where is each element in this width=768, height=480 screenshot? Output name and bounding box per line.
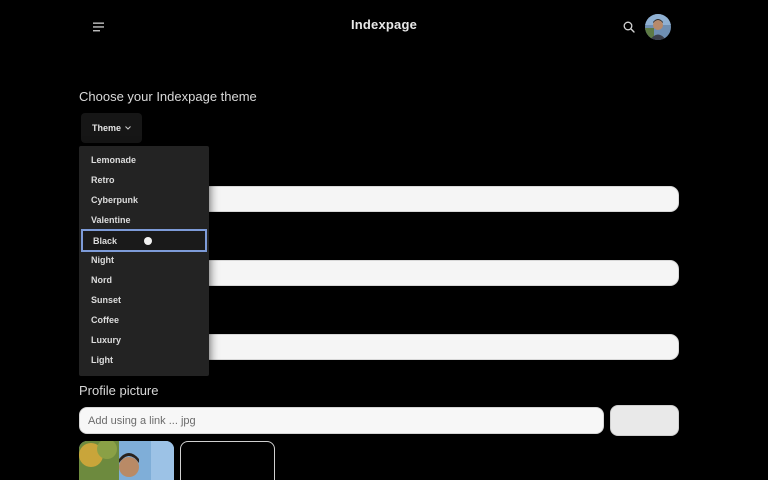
theme-option-label: Lemonade xyxy=(91,155,137,165)
theme-option-label: Nord xyxy=(91,275,112,285)
theme-option-coffee[interactable]: Coffee xyxy=(81,310,207,330)
theme-option-night[interactable]: Night xyxy=(81,250,207,270)
theme-option-valentine[interactable]: Valentine xyxy=(81,210,207,230)
theme-title: Choose your Indexpage theme xyxy=(79,89,257,104)
profile-photo xyxy=(79,441,174,480)
pointer-cursor-icon xyxy=(144,237,152,245)
theme-option-label: Sunset xyxy=(91,295,122,305)
theme-option-label: Luxury xyxy=(91,335,122,345)
theme-option-label: Cyberpunk xyxy=(91,195,139,205)
theme-dropdown-button[interactable]: Theme xyxy=(81,113,142,143)
theme-option-light[interactable]: Light xyxy=(81,350,207,370)
chevron-down-icon xyxy=(125,126,131,130)
theme-option-label: Coffee xyxy=(91,315,120,325)
theme-option-cyberpunk[interactable]: Cyberpunk xyxy=(81,190,207,210)
theme-option-label: Valentine xyxy=(91,215,131,225)
search-button[interactable] xyxy=(618,16,640,38)
profile-picture-thumbnail[interactable] xyxy=(79,441,174,480)
upload-button[interactable] xyxy=(180,441,275,480)
profile-link-input[interactable] xyxy=(79,407,604,434)
brand-link[interactable]: Indexpage xyxy=(351,17,417,32)
theme-option-lemonade[interactable]: Lemonade xyxy=(81,150,207,170)
theme-button-label: Theme xyxy=(91,123,121,133)
theme-dropdown-menu: Lemonade Retro Cyberpunk Valentine Black… xyxy=(79,146,209,376)
profile-picture-label: Profile picture xyxy=(79,383,159,398)
theme-option-label: Black xyxy=(93,235,118,246)
theme-option-label: Light xyxy=(91,355,113,365)
page: Indexpage Choose your Indexpage theme Th… xyxy=(0,0,768,480)
search-icon xyxy=(623,21,635,33)
theme-option-retro[interactable]: Retro xyxy=(81,170,207,190)
theme-option-sunset[interactable]: Sunset xyxy=(81,290,207,310)
theme-option-black[interactable]: Black xyxy=(81,229,207,252)
theme-option-nord[interactable]: Nord xyxy=(81,270,207,290)
avatar-image xyxy=(645,14,671,40)
theme-option-label: Night xyxy=(91,255,114,265)
add-link-button[interactable] xyxy=(610,405,679,436)
avatar[interactable] xyxy=(645,14,671,40)
theme-option-luxury[interactable]: Luxury xyxy=(81,330,207,350)
theme-option-label: Retro xyxy=(91,175,115,185)
header: Indexpage xyxy=(0,0,768,56)
